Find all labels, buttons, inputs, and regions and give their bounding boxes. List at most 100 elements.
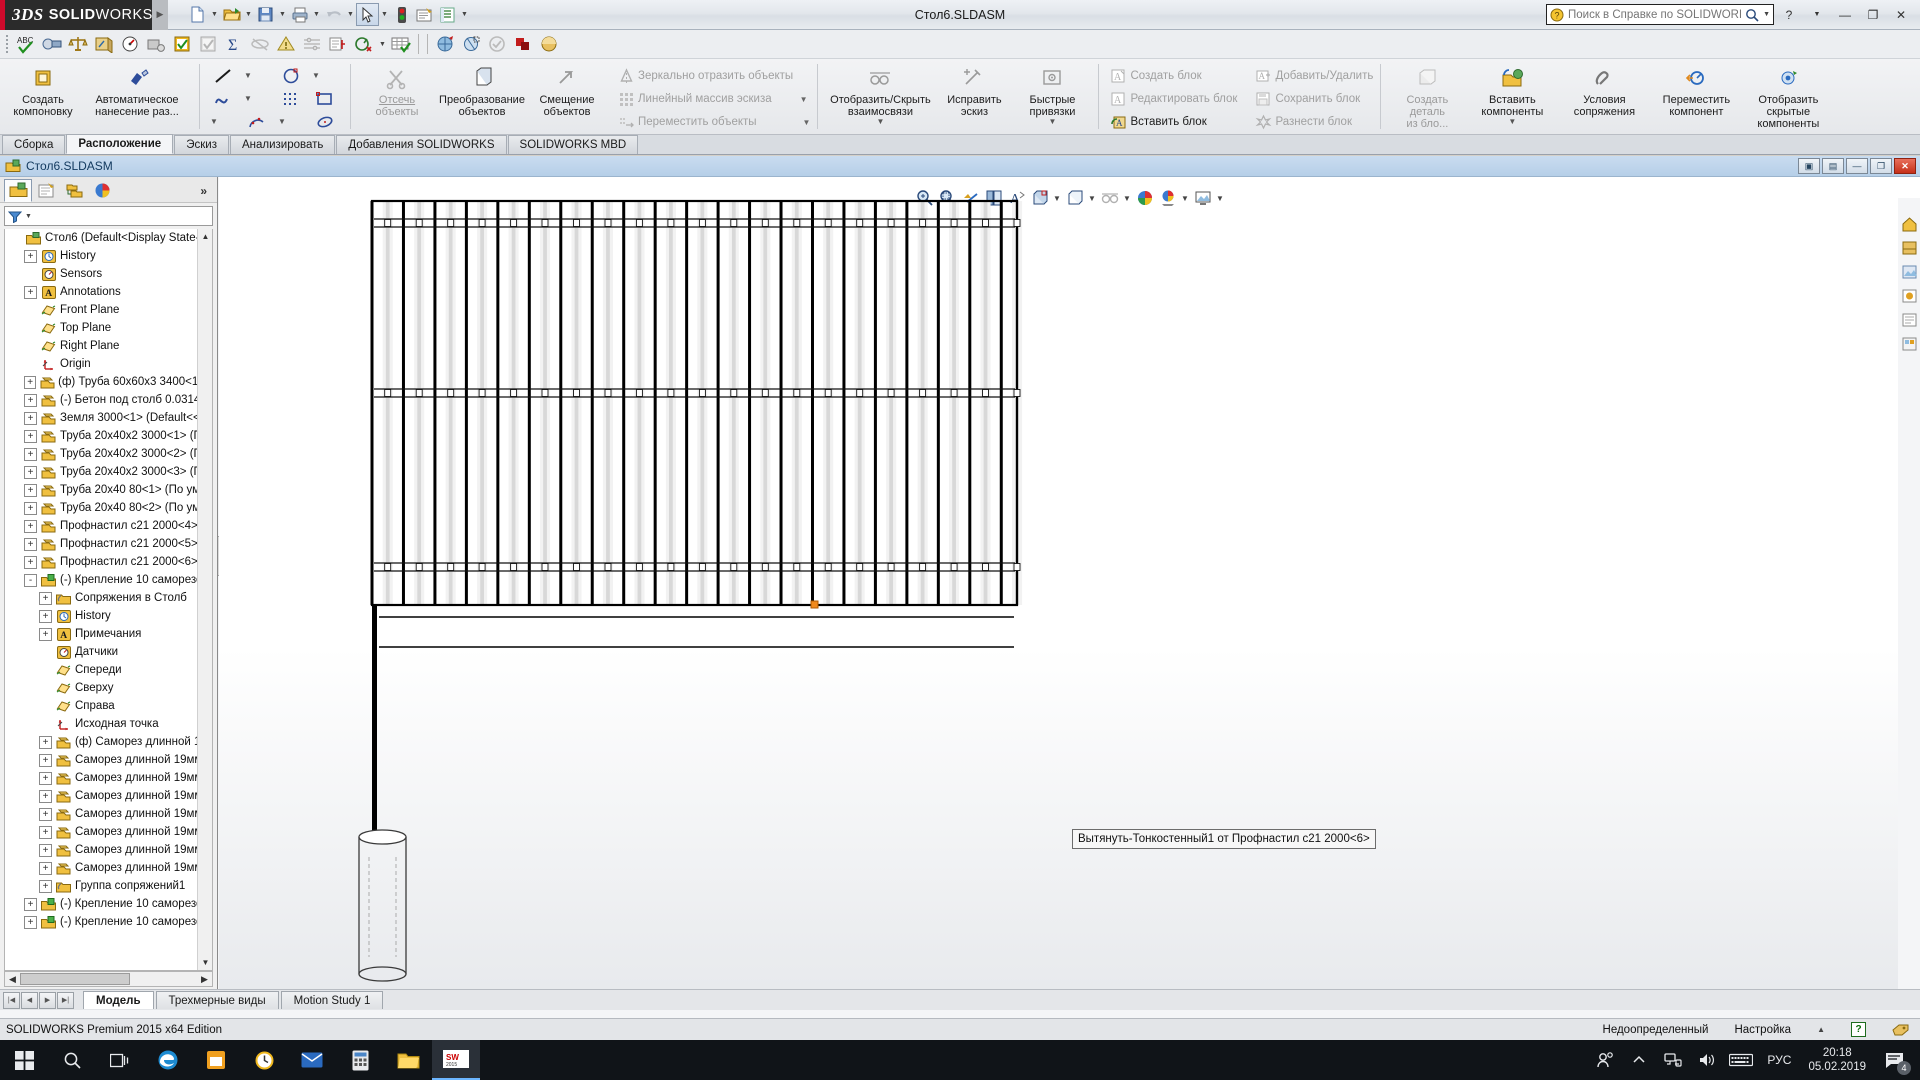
nav-first-button[interactable]: |◀ — [3, 991, 20, 1009]
tree-expander[interactable]: + — [24, 465, 37, 479]
tree-expander[interactable]: + — [39, 753, 52, 767]
tree-expander[interactable]: + — [24, 447, 37, 461]
tree-node[interactable]: + Сопряжения в Столб — [5, 589, 212, 607]
display-relations-button[interactable]: Отобразить/Скрыть взаимосвязи ▼ — [825, 62, 935, 126]
help-caret[interactable]: ▼ — [1804, 3, 1830, 27]
tab-solidworks-mbd[interactable]: SOLIDWORKS MBD — [507, 135, 639, 154]
tab-sketch[interactable]: Эскиз — [174, 135, 229, 154]
select-tool-button[interactable] — [356, 3, 379, 26]
move-entities-caret[interactable]: ▼ — [803, 118, 811, 127]
tree-node[interactable]: + (-) Бетон под столб 0.0314m — [5, 391, 212, 409]
mail-button[interactable] — [288, 1040, 336, 1080]
tab-evaluate[interactable]: Анализировать — [229, 135, 336, 154]
tree-node[interactable]: + Саморез длинной 19мм — [5, 769, 212, 787]
tree-node[interactable]: - (-) Крепление 10 саморезо — [5, 571, 212, 589]
options-button[interactable] — [436, 3, 459, 26]
calculator-button[interactable] — [336, 1040, 384, 1080]
spline-caret[interactable]: ▼ — [241, 87, 255, 110]
open-document-caret[interactable]: ▼ — [243, 3, 254, 26]
tree-expander[interactable]: + — [39, 843, 52, 857]
tree-expander[interactable]: + — [39, 789, 52, 803]
tree-node[interactable]: + (-) Крепление 10 саморезо — [5, 895, 212, 913]
tree-node[interactable]: + Профнастил с21 2000<4> ( — [5, 517, 212, 535]
linear-pattern-item[interactable]: Линейный массив эскиза ▼ — [614, 88, 810, 110]
mirror-entities-item[interactable]: Зеркально отразить объекты — [614, 65, 810, 87]
search-button[interactable] — [48, 1040, 96, 1080]
network-icon[interactable] — [1656, 1040, 1690, 1080]
status-collapse-caret[interactable]: ▲ — [1817, 1025, 1825, 1034]
save-block-item[interactable]: Сохранить блок — [1251, 88, 1373, 110]
tree-expander[interactable]: + — [24, 375, 37, 389]
tree-node[interactable]: + (ф) Саморез длинной 19 — [5, 733, 212, 751]
render-region-icon[interactable] — [458, 31, 484, 57]
tree-expander[interactable]: + — [24, 519, 37, 533]
tree-expander[interactable]: + — [24, 249, 37, 263]
rebuild-button[interactable] — [390, 3, 413, 26]
tree-node[interactable]: + History — [5, 607, 212, 625]
trim-entities-button[interactable]: Отсечь объекты — [358, 62, 436, 118]
help-search-box[interactable]: ? ▼ — [1546, 4, 1774, 25]
tree-node[interactable]: + Саморез длинной 19мм — [5, 859, 212, 877]
check-design-icon[interactable] — [169, 31, 195, 57]
tree-expander[interactable]: + — [39, 771, 52, 785]
save-caret[interactable]: ▼ — [277, 3, 288, 26]
tree-node[interactable]: Front Plane — [5, 301, 212, 319]
photoview-render-icon[interactable] — [432, 31, 458, 57]
clock[interactable]: 20:18 05.02.2019 — [1800, 1046, 1874, 1074]
print-caret[interactable]: ▼ — [311, 3, 322, 26]
compare-documents-icon[interactable] — [195, 31, 221, 57]
tree-node[interactable]: + (-) Крепление 10 саморезо — [5, 913, 212, 931]
repair-sketch-button[interactable]: Исправить эскиз — [935, 62, 1013, 118]
bom-icon[interactable] — [388, 31, 414, 57]
tree-expander[interactable]: + — [24, 411, 37, 425]
create-layout-button[interactable]: Создать компоновку — [4, 62, 82, 118]
tree-node[interactable]: + Саморез длинной 19мм — [5, 823, 212, 841]
explorer-button[interactable] — [384, 1040, 432, 1080]
tree-expander[interactable]: + — [24, 393, 37, 407]
print-button[interactable] — [288, 3, 311, 26]
tree-node[interactable]: + Земля 3000<1> (Default<<D — [5, 409, 212, 427]
menu-expand-arrow[interactable]: ▶ — [152, 0, 168, 30]
help-search-caret[interactable]: ▼ — [1763, 11, 1770, 18]
performance-evaluation-icon[interactable] — [143, 31, 169, 57]
save-button[interactable] — [254, 3, 277, 26]
keyboard-icon[interactable] — [1724, 1040, 1758, 1080]
minimize-button[interactable]: — — [1832, 3, 1858, 27]
tree-filter-caret[interactable]: ▼ — [25, 213, 32, 220]
tree-node[interactable]: + Саморез длинной 19мм — [5, 841, 212, 859]
configuration-manager-tab[interactable] — [60, 179, 88, 202]
spell-check-icon[interactable]: ABC — [13, 31, 39, 57]
model-view[interactable] — [219, 177, 1920, 989]
doc-minimize-button[interactable]: — — [1846, 158, 1868, 174]
close-button[interactable]: ✕ — [1888, 3, 1914, 27]
ellipse-icon[interactable] — [309, 110, 343, 133]
tree-expander[interactable]: + — [39, 861, 52, 875]
appearance-sphere-icon[interactable] — [536, 31, 562, 57]
tree-expander[interactable]: + — [24, 429, 37, 443]
edit-block-item[interactable]: A Редактировать блок — [1106, 88, 1237, 110]
tree-expander[interactable]: - — [24, 573, 37, 587]
line-icon[interactable] — [207, 64, 241, 87]
status-tag-icon[interactable] — [1892, 1023, 1910, 1037]
home-view-icon[interactable] — [1899, 214, 1919, 234]
tree-node[interactable]: + Труба 20x40 80<2> (По умо — [5, 499, 212, 517]
tree-expander[interactable]: + — [24, 537, 37, 551]
mass-properties-icon[interactable] — [65, 31, 91, 57]
decals-tab-icon[interactable] — [1899, 286, 1919, 306]
options-caret[interactable]: ▼ — [459, 3, 470, 26]
tab-motion-study[interactable]: Motion Study 1 — [280, 991, 384, 1009]
open-document-button[interactable] — [220, 3, 243, 26]
tree-expander[interactable]: + — [39, 735, 52, 749]
scenes-tab-icon[interactable] — [1899, 262, 1919, 282]
help-search-input[interactable] — [1568, 8, 1742, 21]
feature-tree-tab[interactable] — [4, 179, 32, 202]
volume-icon[interactable] — [1690, 1040, 1724, 1080]
edge-button[interactable] — [144, 1040, 192, 1080]
tab-3d-views[interactable]: Трехмерные виды — [155, 991, 279, 1009]
tree-expander[interactable]: + — [39, 627, 52, 641]
insert-components-caret[interactable]: ▼ — [1508, 118, 1516, 126]
store-button[interactable] — [192, 1040, 240, 1080]
tree-scroll-right-arrow[interactable]: ▶ — [197, 972, 212, 986]
display-relations-caret[interactable]: ▼ — [876, 118, 884, 126]
offset-entities-button[interactable]: Смещение объектов — [528, 62, 606, 118]
